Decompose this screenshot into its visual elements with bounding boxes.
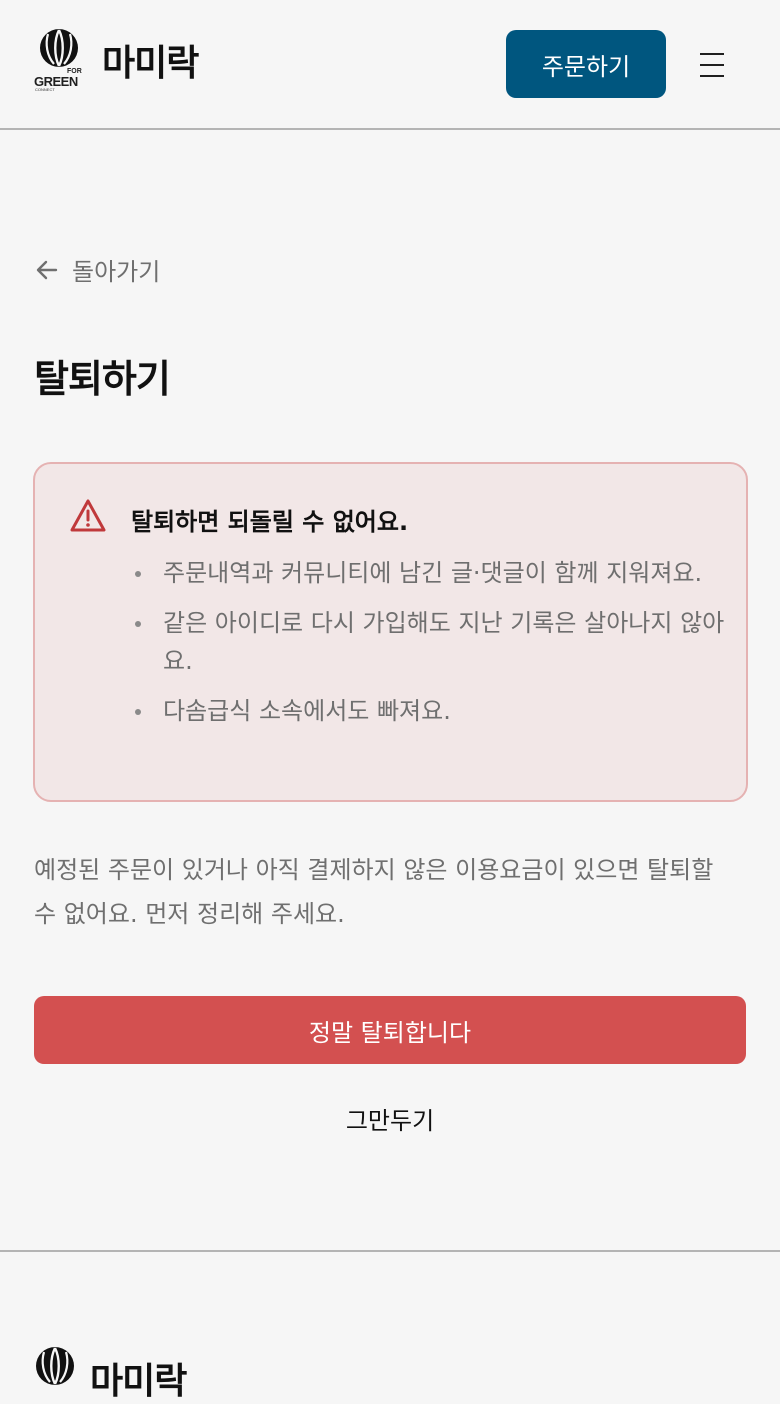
page-title: 탈퇴하기	[34, 357, 171, 401]
cancel-button[interactable]: 그만두기	[290, 1094, 490, 1142]
site-header: FOR GREEN CONNECT 마미락 주문하기	[0, 0, 780, 130]
back-label: 돌아가기	[72, 258, 161, 286]
footer-logo[interactable]: 마미락	[34, 1346, 187, 1404]
order-button[interactable]: 주문하기	[506, 30, 666, 98]
site-logo[interactable]: FOR GREEN CONNECT 마미락	[34, 28, 199, 92]
warning-item: 같은 아이디로 다시 가입해도 지난 기록은 살아나지 않아요.	[131, 604, 731, 680]
menu-line	[700, 53, 724, 55]
warning-box: 탈퇴하면 되돌릴 수 없어요. 주문내역과 커뮤니티에 남긴 글·댓글이 함께 …	[33, 462, 748, 802]
warning-list: 주문내역과 커뮤니티에 남긴 글·댓글이 함께 지워져요. 같은 아이디로 다시…	[131, 554, 731, 742]
withdrawal-notice: 예정된 주문이 있거나 아직 결제하지 않은 이용요금이 있으면 탈퇴할 수 없…	[34, 856, 714, 928]
footer-divider	[0, 1250, 780, 1252]
menu-line	[700, 64, 724, 66]
back-link[interactable]: 돌아가기	[34, 252, 160, 287]
confirm-withdraw-button[interactable]: 정말 탈퇴합니다	[34, 996, 746, 1064]
footer-brand-name: 마미락	[90, 1361, 187, 1402]
hamburger-icon[interactable]	[694, 48, 730, 82]
brand-name: 마미락	[102, 43, 199, 84]
warning-item: 주문내역과 커뮤니티에 남긴 글·댓글이 함께 지워져요.	[131, 554, 731, 592]
menu-line	[700, 75, 724, 77]
logo-mark: FOR GREEN CONNECT	[34, 28, 86, 92]
arrow-left-icon	[36, 260, 58, 279]
warning-triangle-icon	[70, 499, 106, 532]
leaf-logo-icon	[36, 1347, 74, 1385]
warning-item: 다솜급식 소속에서도 빠져요.	[131, 692, 731, 730]
logo-connect-text: CONNECT	[35, 87, 55, 92]
leaf-logo-icon	[40, 29, 78, 67]
warning-title: 탈퇴하면 되돌릴 수 없어요.	[131, 508, 409, 536]
